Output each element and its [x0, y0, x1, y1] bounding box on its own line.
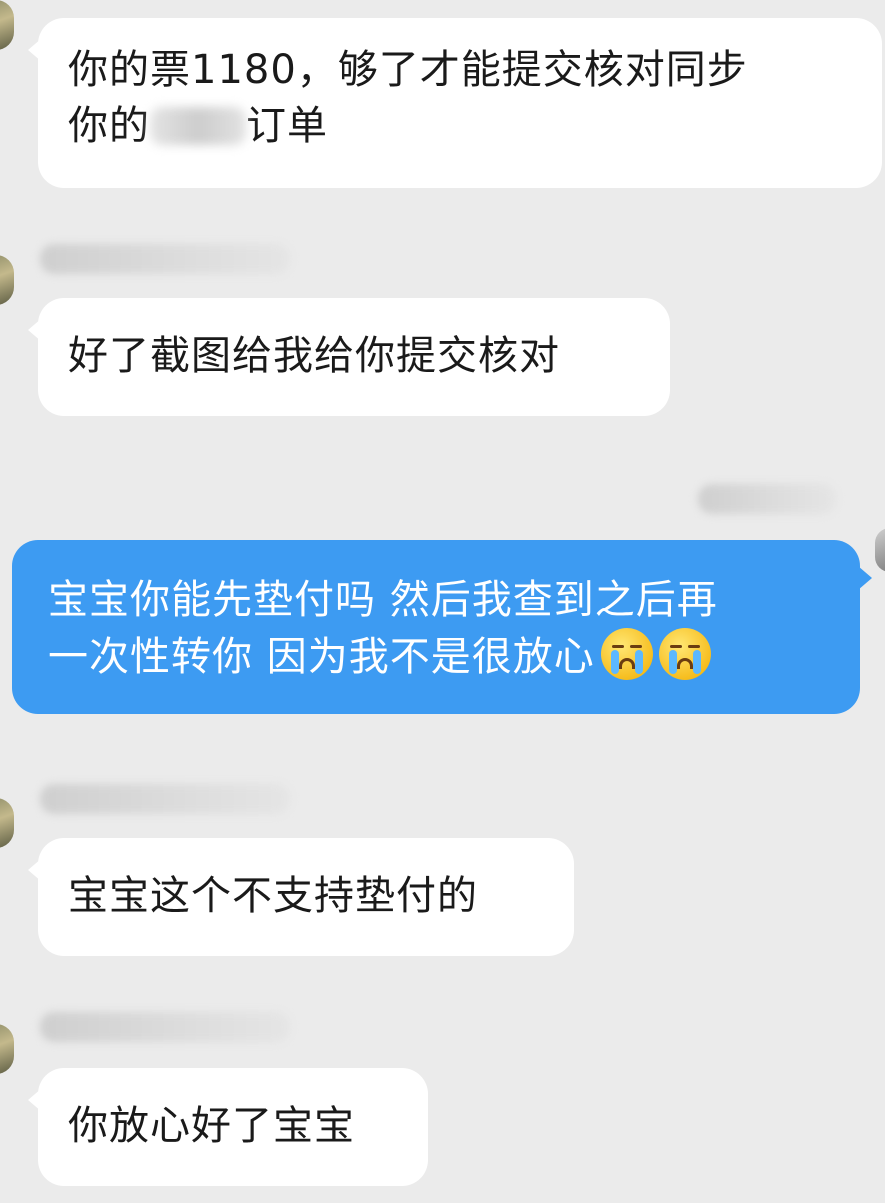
sender-name-blurred — [40, 1012, 290, 1042]
sender-name-blurred — [40, 784, 290, 814]
contact-avatar[interactable] — [0, 1024, 14, 1074]
message-text-line: 你的 订单 — [68, 98, 852, 154]
message-bubble-incoming[interactable]: 好了截图给我给你提交核对 — [28, 298, 670, 416]
message-text: 宝宝你能先垫付吗 然后我查到之后再 — [48, 577, 718, 623]
own-name-blurred — [698, 484, 836, 514]
message-text-line: 一次性转你 因为我不是很放心 — [48, 628, 824, 685]
contact-avatar[interactable] — [0, 255, 14, 305]
message-text: 一次性转你 因为我不是很放心 — [48, 634, 595, 680]
message-bubble-incoming[interactable]: 你的票1180，够了才能提交核对同步 你的 订单 — [28, 18, 882, 188]
contact-avatar[interactable] — [0, 0, 14, 50]
message-text: 好了截图给我给你提交核对 — [68, 333, 560, 379]
message-text: 你放心好了宝宝 — [68, 1103, 355, 1149]
contact-avatar[interactable] — [0, 798, 14, 848]
message-text: 你的 — [68, 103, 150, 149]
message-text: 订单 — [246, 103, 328, 149]
message-bubble-incoming[interactable]: 宝宝这个不支持垫付的 — [28, 838, 574, 956]
redacted-text — [150, 107, 246, 145]
message-text: 你的票1180，够了才能提交核对同步 — [68, 47, 748, 93]
own-avatar[interactable] — [875, 528, 885, 572]
loudly-crying-face-icon — [658, 628, 711, 680]
message-text: 宝宝这个不支持垫付的 — [68, 873, 478, 919]
message-bubble-incoming[interactable]: 你放心好了宝宝 — [28, 1068, 428, 1186]
message-bubble-outgoing[interactable]: 宝宝你能先垫付吗 然后我查到之后再 一次性转你 因为我不是很放心 — [12, 540, 872, 714]
sender-name-blurred — [40, 244, 290, 274]
loudly-crying-face-icon — [600, 628, 653, 680]
